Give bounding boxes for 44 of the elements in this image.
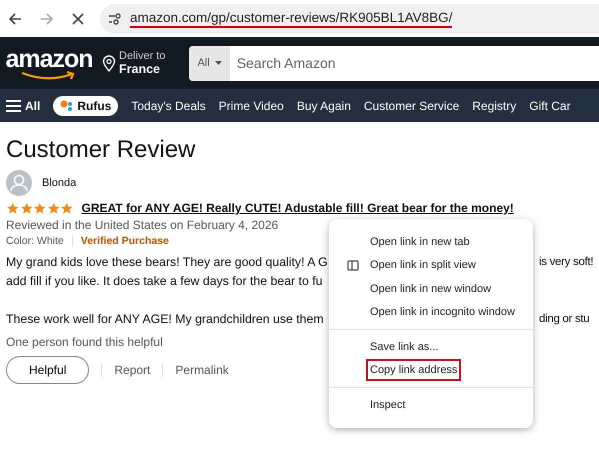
- page-title: Customer Review: [6, 136, 196, 164]
- all-menu-link[interactable]: All: [6, 98, 40, 112]
- nav-link[interactable]: Registry: [472, 98, 516, 112]
- nav-link[interactable]: Gift Car: [529, 98, 571, 112]
- verified-purchase: Verified Purchase: [72, 235, 169, 247]
- avatar-icon: [6, 170, 32, 196]
- url-text: amazon.com/gp/customer-reviews/RK905BL1AV8BG/: [130, 10, 452, 28]
- menu-item[interactable]: Open link in new window: [366, 278, 496, 300]
- menu-item[interactable]: Open link in split view: [366, 254, 480, 276]
- deliver-label: Deliver to: [119, 50, 166, 62]
- rufus-icon: [60, 100, 74, 111]
- caret-icon: [214, 61, 222, 65]
- location-pin-icon: [102, 54, 116, 72]
- reviewer-name: Blonda: [42, 177, 76, 189]
- review-text: add fill if you like. It does take a few days for the bear to fu: [6, 274, 324, 288]
- amazon-logo[interactable]: amazon: [6, 46, 92, 80]
- action-link[interactable]: Report: [101, 363, 162, 377]
- address-bar[interactable]: amazon.com/gp/customer-reviews/RK905BL1AV8BG/: [100, 4, 599, 34]
- menu-item[interactable]: Open link in incognito window: [366, 301, 519, 324]
- review-text: ding or stu: [539, 312, 590, 324]
- review-text: is very soft!: [539, 256, 594, 268]
- category-dropdown[interactable]: All: [189, 46, 230, 80]
- rufus-button[interactable]: Rufus: [53, 96, 118, 116]
- review-text: These work well for ANY AGE! My grandchildren use them: [6, 312, 325, 326]
- action-link[interactable]: Permalink: [162, 363, 241, 377]
- nav-link[interactable]: Customer Service: [364, 98, 460, 112]
- menu-item[interactable]: Inspect: [366, 394, 410, 416]
- menu-icon: [6, 100, 21, 112]
- stop-button[interactable]: [70, 10, 86, 26]
- color-variant: Color: White: [6, 235, 64, 247]
- site-settings-icon[interactable]: [108, 12, 122, 24]
- helpful-count: One person found this helpful: [6, 335, 163, 349]
- review-date: Reviewed in the United States on February 4, 2026: [6, 218, 280, 232]
- menu-item[interactable]: Open link in new tab: [366, 230, 474, 253]
- review-title-link[interactable]: GREAT for ANY AGE! Really CUTE! Adustable fill! Great bear for the money!: [82, 201, 514, 215]
- nav-link[interactable]: Buy Again: [296, 98, 351, 112]
- nav-link[interactable]: Prime Video: [218, 98, 284, 112]
- helpful-button[interactable]: Helpful: [6, 356, 90, 384]
- split-view-icon: [347, 260, 359, 271]
- nav-link[interactable]: Today's Deals: [131, 98, 206, 112]
- deliver-country[interactable]: France: [119, 62, 166, 76]
- menu-item[interactable]: Save link as...: [366, 336, 442, 358]
- menu-item[interactable]: Copy link address: [366, 359, 462, 382]
- review-text: My grand kids love these bears! They are good quality! A G: [6, 254, 329, 268]
